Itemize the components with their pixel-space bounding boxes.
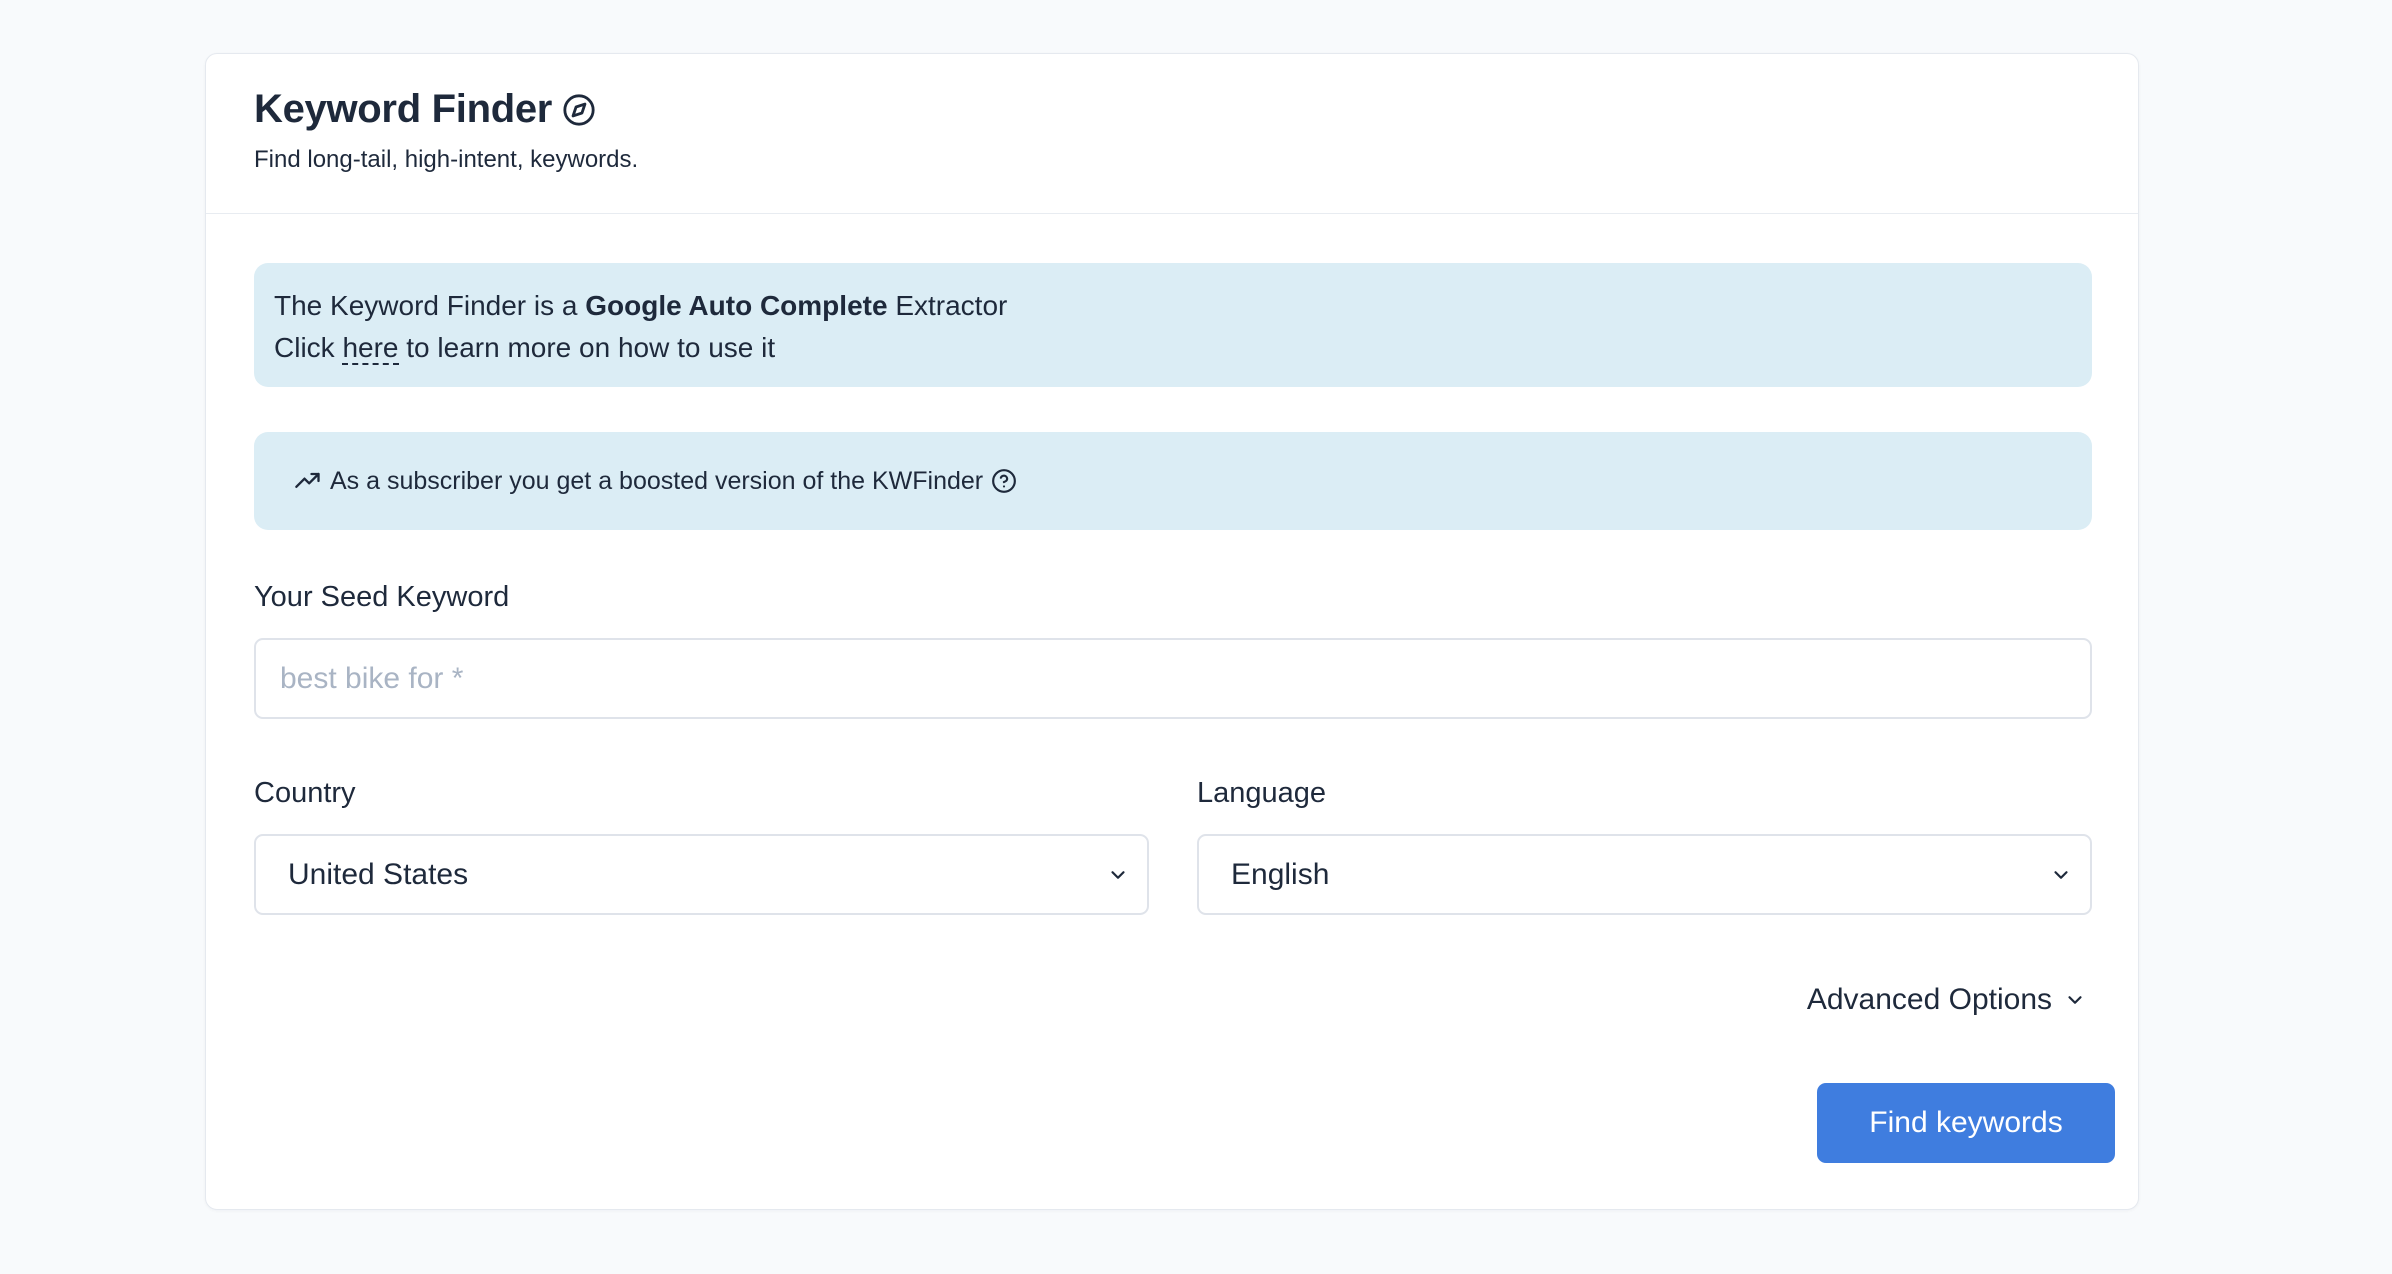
seed-keyword-input[interactable] (254, 638, 2092, 719)
info-alert-line-1: The Keyword Finder is a Google Auto Comp… (274, 285, 2072, 327)
chevron-down-icon (2064, 989, 2086, 1011)
advanced-options-toggle[interactable]: Advanced Options (1807, 983, 2086, 1017)
subscriber-alert-text: As a subscriber you get a boosted versio… (330, 466, 984, 495)
language-select[interactable]: English (1197, 834, 2092, 915)
card-header: Keyword Finder Find long-tail, high-inte… (206, 54, 2138, 214)
learn-more-link[interactable]: here (342, 332, 399, 365)
compass-icon (562, 93, 596, 127)
trending-up-icon (294, 467, 322, 495)
subscriber-alert: As a subscriber you get a boosted versio… (254, 432, 2092, 530)
info-alert-text: Extractor (887, 290, 1008, 321)
info-alert: The Keyword Finder is a Google Auto Comp… (254, 263, 2092, 387)
chevron-down-icon (1107, 864, 1129, 886)
info-alert-text: Click (274, 332, 343, 363)
page-title: Keyword Finder (254, 87, 553, 131)
info-alert-text: to learn more on how to use it (398, 332, 776, 363)
country-select[interactable]: United States (254, 834, 1149, 915)
chevron-down-icon (2050, 864, 2072, 886)
country-label: Country (254, 777, 356, 809)
language-selected-value: English (1231, 857, 1330, 891)
language-label: Language (1197, 777, 1327, 809)
seed-keyword-label: Your Seed Keyword (254, 581, 510, 613)
info-alert-line-2: Click here to learn more on how to use i… (274, 327, 2072, 369)
advanced-options-label: Advanced Options (1806, 983, 2052, 1016)
keyword-finder-card: Keyword Finder Find long-tail, high-inte… (205, 53, 2139, 1210)
page-subtitle: Find long-tail, high-intent, keywords. (254, 146, 639, 173)
title-row: Keyword Finder (254, 87, 596, 132)
question-circle-icon[interactable] (991, 468, 1017, 494)
find-keywords-button[interactable]: Find keywords (1817, 1083, 2115, 1163)
country-selected-value: United States (288, 857, 469, 891)
info-alert-text: The Keyword Finder is a (274, 290, 586, 321)
info-alert-bold-text: Google Auto Complete (585, 290, 888, 321)
